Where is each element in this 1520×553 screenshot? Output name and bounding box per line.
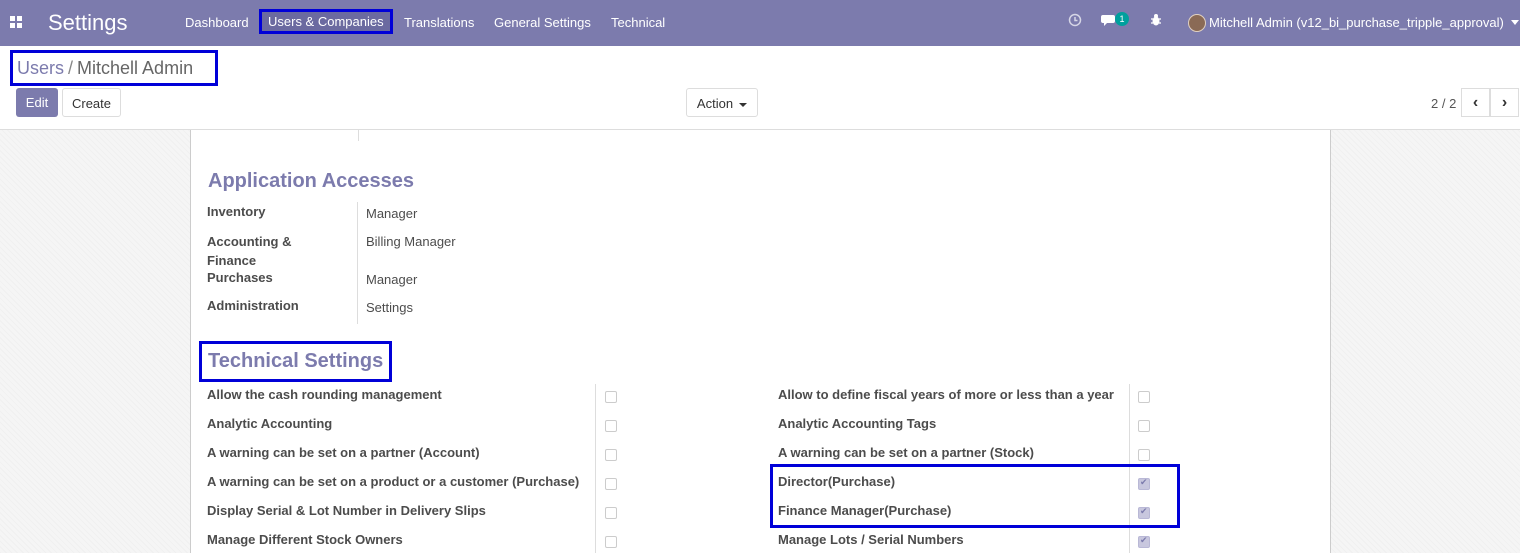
setting-checkbox-analytic-accounting[interactable] (605, 420, 617, 432)
top-navbar: Settings Dashboard Users & Companies Tra… (0, 0, 1520, 46)
form-sheet: Application Accesses Inventory Manager A… (190, 130, 1331, 553)
app-brand: Settings (48, 10, 128, 35)
setting-label-serial-lot-delivery: Display Serial & Lot Number in Delivery … (207, 503, 486, 518)
setting-label-lots-serial: Manage Lots / Serial Numbers (778, 532, 964, 547)
setting-checkbox-cash-rounding[interactable] (605, 391, 617, 403)
pager-previous-button[interactable]: ‹ (1461, 88, 1490, 117)
menu-technical[interactable]: Technical (611, 15, 665, 30)
field-value-administration[interactable]: Settings (366, 300, 413, 315)
setting-label-stock-owners: Manage Different Stock Owners (207, 532, 403, 547)
control-panel: Users / Mitchell Admin Edit Create Action … (0, 46, 1520, 130)
setting-label-analytic-accounting: Analytic Accounting (207, 416, 333, 431)
setting-label-warning-product-purchase: A warning can be set on a product or a c… (207, 474, 580, 489)
chat-badge: 1 (1115, 12, 1129, 26)
setting-checkbox-fiscal-years[interactable] (1138, 391, 1150, 403)
menu-users-companies[interactable]: Users & Companies (259, 9, 393, 34)
setting-label-warning-partner-account: A warning can be set on a partner (Accou… (207, 445, 480, 460)
setting-label-cash-rounding: Allow the cash rounding management (207, 387, 442, 402)
setting-label-warning-partner-stock: A warning can be set on a partner (Stock… (778, 445, 1034, 460)
divider (595, 384, 596, 553)
field-label-administration: Administration (207, 298, 299, 313)
breadcrumb-separator: / (68, 58, 74, 78)
setting-checkbox-analytic-tags[interactable] (1138, 420, 1150, 432)
setting-checkbox-stock-owners[interactable] (605, 536, 617, 548)
setting-checkbox-warning-partner-account[interactable] (605, 449, 617, 461)
pager-next-button[interactable]: › (1490, 88, 1519, 117)
chevron-down-icon[interactable] (1511, 20, 1519, 25)
caret-down-icon (739, 102, 748, 107)
breadcrumb: Users / Mitchell Admin (10, 50, 218, 86)
field-label-accounting: Accounting & Finance (207, 234, 292, 268)
field-value-accounting[interactable]: Billing Manager (366, 234, 456, 249)
apps-icon[interactable] (10, 16, 22, 28)
field-value-inventory[interactable]: Manager (366, 206, 417, 221)
action-dropdown[interactable]: Action (686, 88, 758, 117)
setting-checkbox-lots-serial[interactable] (1138, 535, 1150, 548)
divider (357, 202, 358, 324)
chevron-left-icon: ‹ (1472, 94, 1479, 111)
breadcrumb-users-link[interactable]: Users (17, 58, 64, 78)
breadcrumb-current: Mitchell Admin (77, 58, 194, 78)
action-label: Action (696, 96, 734, 111)
divider (358, 130, 359, 141)
setting-checkbox-warning-product-purchase[interactable] (605, 478, 617, 490)
edit-button[interactable]: Edit (16, 88, 58, 117)
pager-value: 2 / 2 (1431, 96, 1457, 111)
field-label-inventory: Inventory (207, 204, 266, 219)
technical-settings-title: Technical Settings (198, 341, 393, 382)
create-button[interactable]: Create (62, 88, 121, 117)
chevron-right-icon: › (1501, 94, 1508, 111)
setting-label-analytic-tags: Analytic Accounting Tags (778, 416, 937, 431)
application-accesses-title: Application Accesses (208, 170, 415, 192)
user-menu[interactable]: Mitchell Admin (v12_bi_purchase_tripple_… (1209, 15, 1504, 30)
setting-checkbox-warning-partner-stock[interactable] (1138, 449, 1150, 461)
field-value-purchases[interactable]: Manager (366, 272, 417, 287)
clock-icon[interactable] (1068, 13, 1082, 30)
menu-dashboard[interactable]: Dashboard (185, 15, 249, 30)
menu-translations[interactable]: Translations (404, 15, 474, 30)
menu-general-settings[interactable]: General Settings (494, 15, 591, 30)
setting-label-fiscal-years: Allow to define fiscal years of more or … (778, 387, 1114, 402)
highlight-box (770, 464, 1180, 528)
avatar[interactable] (1188, 14, 1206, 32)
bug-icon[interactable] (1150, 13, 1162, 30)
field-label-purchases: Purchases (207, 270, 273, 285)
setting-checkbox-serial-lot-delivery[interactable] (605, 507, 617, 519)
